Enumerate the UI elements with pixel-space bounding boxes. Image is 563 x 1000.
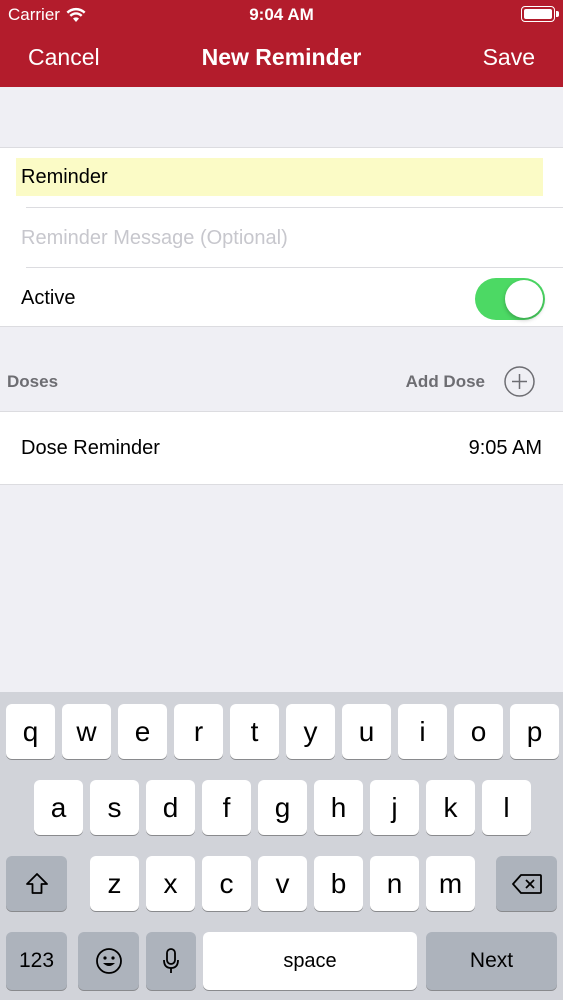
key-l[interactable]: l xyxy=(482,780,531,835)
delete-key[interactable] xyxy=(496,856,557,911)
active-label: Active xyxy=(21,287,76,309)
key-c[interactable]: c xyxy=(202,856,251,911)
emoji-key[interactable] xyxy=(78,932,139,990)
toggle-knob xyxy=(505,280,543,318)
key-a[interactable]: a xyxy=(34,780,83,835)
next-key[interactable]: Next xyxy=(426,932,557,990)
dose-time: 9:05 AM xyxy=(468,437,542,459)
key-p[interactable]: p xyxy=(510,704,559,759)
key-m[interactable]: m xyxy=(426,856,475,911)
name-row xyxy=(0,148,563,208)
key-f[interactable]: f xyxy=(202,780,251,835)
dose-label: Dose Reminder xyxy=(21,437,160,459)
key-x[interactable]: x xyxy=(146,856,195,911)
battery-icon xyxy=(521,6,559,22)
reminder-message-input[interactable] xyxy=(16,220,543,256)
list-item[interactable]: Dose Reminder 9:05 AM xyxy=(0,411,563,485)
key-o[interactable]: o xyxy=(454,704,503,759)
key-b[interactable]: b xyxy=(314,856,363,911)
add-circle-icon[interactable] xyxy=(504,366,535,397)
keyboard: q w e r t y u i o p a s d f g h j k l z … xyxy=(0,692,563,1000)
nav-bar: Cancel New Reminder Save xyxy=(0,36,563,80)
add-dose-button[interactable]: Add Dose xyxy=(406,372,485,392)
emoji-icon xyxy=(95,948,122,974)
key-y[interactable]: y xyxy=(286,704,335,759)
cancel-button[interactable]: Cancel xyxy=(28,44,100,71)
key-k[interactable]: k xyxy=(426,780,475,835)
save-button[interactable]: Save xyxy=(483,44,535,71)
key-j[interactable]: j xyxy=(370,780,419,835)
key-t[interactable]: t xyxy=(230,704,279,759)
key-e[interactable]: e xyxy=(118,704,167,759)
dictation-key[interactable] xyxy=(146,932,196,990)
key-d[interactable]: d xyxy=(146,780,195,835)
microphone-icon xyxy=(163,948,179,973)
key-u[interactable]: u xyxy=(342,704,391,759)
status-time: 9:04 AM xyxy=(249,5,314,24)
key-h[interactable]: h xyxy=(314,780,363,835)
key-r[interactable]: r xyxy=(174,704,223,759)
message-row xyxy=(0,208,563,268)
numbers-key[interactable]: 123 xyxy=(6,932,67,990)
key-w[interactable]: w xyxy=(62,704,111,759)
reminder-name-input[interactable] xyxy=(16,158,543,196)
doses-section-title: Doses xyxy=(7,372,59,391)
key-q[interactable]: q xyxy=(6,704,55,759)
doses-section-header: Doses Add Dose xyxy=(0,355,563,410)
shift-icon xyxy=(25,872,48,894)
key-z[interactable]: z xyxy=(90,856,139,911)
active-toggle[interactable] xyxy=(475,278,545,320)
key-v[interactable]: v xyxy=(258,856,307,911)
key-g[interactable]: g xyxy=(258,780,307,835)
key-n[interactable]: n xyxy=(370,856,419,911)
active-row: Active xyxy=(0,268,563,328)
key-i[interactable]: i xyxy=(398,704,447,759)
shift-key[interactable] xyxy=(6,856,67,911)
backspace-icon xyxy=(511,873,542,894)
space-key[interactable]: space xyxy=(203,932,417,990)
key-s[interactable]: s xyxy=(90,780,139,835)
reminder-form: Active xyxy=(0,147,563,327)
navigation-header: Carrier 9:04 AM Cancel New Reminder Save xyxy=(0,0,563,87)
status-bar: Carrier 9:04 AM xyxy=(0,0,563,30)
